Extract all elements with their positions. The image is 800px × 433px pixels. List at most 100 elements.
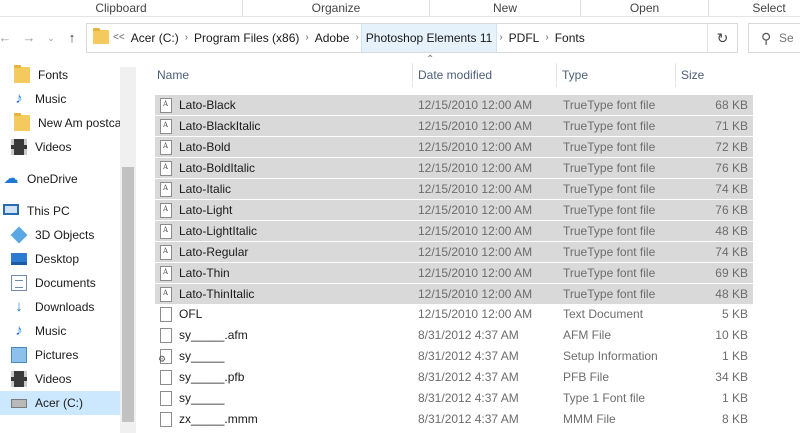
nav-item-3d-objects[interactable]: 3D Objects: [0, 223, 120, 247]
up-button[interactable]: ↑: [63, 27, 81, 49]
file-name: Lato-Thin: [179, 266, 230, 280]
ribbon-group-clipboard: Clipboard: [95, 1, 147, 15]
breadcrumb-program-files-x86[interactable]: Program Files (x86): [190, 24, 303, 52]
search-box[interactable]: ⚲ Se: [748, 23, 800, 53]
breadcrumb-overflow[interactable]: <<: [109, 24, 127, 52]
breadcrumb-fonts[interactable]: Fonts: [551, 24, 589, 52]
nav-item-acer-c[interactable]: Acer (C:): [0, 391, 120, 415]
file-row[interactable]: sy_____ 8/31/2012 4:37 AM Setup Informatio…: [155, 346, 753, 367]
font-file-icon: [160, 140, 172, 155]
nav-item-documents[interactable]: Documents: [0, 271, 120, 295]
scrollbar-thumb[interactable]: [122, 167, 134, 422]
file-row[interactable]: Lato-Bold 12/15/2010 12:00 AM TrueType fon…: [155, 136, 753, 157]
nav-item-videos[interactable]: Videos: [0, 367, 120, 391]
file-name: Lato-ThinItalic: [179, 287, 255, 301]
breadcrumb-acer-c[interactable]: Acer (C:): [127, 24, 183, 52]
file-row[interactable]: OFL 12/15/2010 12:00 AM Text Document 5 KB: [155, 304, 753, 325]
column-header-date-modified[interactable]: Date modified: [411, 59, 556, 91]
cloud-icon: ☁: [3, 170, 19, 187]
video-icon: [11, 139, 27, 155]
nav-item-music[interactable]: ♪ Music: [0, 319, 120, 343]
file-row[interactable]: Lato-BlackItalic 12/15/2010 12:00 AM TrueT…: [155, 115, 753, 136]
nav-item-label: Downloads: [35, 300, 95, 314]
nav-item-onedrive[interactable]: ☁ OneDrive: [0, 167, 120, 191]
forward-button[interactable]: →: [20, 27, 38, 49]
file-name: sy_____: [179, 349, 225, 363]
nav-item-downloads[interactable]: ↓ Downloads: [0, 295, 120, 319]
font-file-icon: [160, 98, 172, 113]
search-input[interactable]: Se: [779, 31, 794, 45]
file-row[interactable]: Lato-Light 12/15/2010 12:00 AM TrueType fo…: [155, 199, 753, 220]
column-header-type[interactable]: Type: [555, 59, 675, 91]
nav-item-label: Fonts: [38, 68, 69, 82]
desktop-icon: [11, 253, 27, 265]
file-row[interactable]: sy_____ 8/31/2012 4:37 AM Type 1 Font file…: [155, 388, 753, 409]
file-row[interactable]: Lato-Thin 12/15/2010 12:00 AM TrueType fon…: [155, 262, 753, 283]
nav-item-pictures[interactable]: Pictures: [0, 343, 120, 367]
arrow-right-icon: →: [22, 30, 36, 45]
file-name: Lato-Bold: [179, 140, 231, 154]
file-type: TrueType font file: [563, 140, 656, 154]
font-file-icon: [160, 224, 172, 239]
chevron-right-icon[interactable]: ›: [353, 24, 360, 52]
file-name: OFL: [179, 307, 203, 321]
file-name: sy_____.pfb: [179, 370, 245, 384]
file-icon: [160, 328, 172, 343]
nav-item-desktop[interactable]: Desktop: [0, 247, 120, 271]
cube-icon: [10, 226, 28, 244]
nav-item-label: Music: [35, 92, 67, 106]
file-type: AFM File: [563, 328, 611, 342]
nav-item-label: This PC: [27, 204, 70, 218]
font-file-icon: [160, 161, 172, 176]
file-row[interactable]: sy_____.pfb 8/31/2012 4:37 AM PFB File 34 K…: [155, 367, 753, 388]
file-type: TrueType font file: [563, 266, 656, 280]
file-type: MMM File: [563, 412, 616, 426]
breadcrumb-pdfl[interactable]: PDFL: [505, 24, 544, 52]
address-bar[interactable]: << Acer (C:) › Program Files (x86) › Ado…: [86, 23, 738, 53]
file-date-modified: 12/15/2010 12:00 AM: [418, 224, 533, 238]
recent-locations-button[interactable]: ⌄: [42, 27, 60, 49]
nav-item-fonts[interactable]: Fonts: [0, 63, 120, 87]
nav-item-this-pc[interactable]: This PC: [0, 199, 120, 223]
file-row[interactable]: zx_____.mmm 8/31/2012 4:37 AM MMM File 8 KB: [155, 409, 753, 430]
file-size: 1 KB: [721, 349, 748, 363]
file-date-modified: 12/15/2010 12:00 AM: [418, 119, 533, 133]
navigation-pane-scrollbar[interactable]: [120, 67, 136, 433]
file-name: Lato-LightItalic: [179, 224, 258, 238]
picture-icon: [11, 347, 27, 363]
file-size: 68 KB: [715, 98, 748, 112]
chevron-right-icon[interactable]: ›: [183, 24, 190, 52]
refresh-button[interactable]: ↻: [707, 24, 737, 52]
file-date-modified: 8/31/2012 4:37 AM: [418, 328, 519, 342]
file-date-modified: 12/15/2010 12:00 AM: [418, 245, 533, 259]
nav-item-new-am-postcard[interactable]: New Am postcar: [0, 111, 120, 135]
file-row[interactable]: Lato-Black 12/15/2010 12:00 AM TrueType fo…: [155, 94, 753, 115]
file-row[interactable]: Lato-BoldItalic 12/15/2010 12:00 AM TrueTy…: [155, 157, 753, 178]
file-size: 76 KB: [715, 203, 748, 217]
file-date-modified: 12/15/2010 12:00 AM: [418, 203, 533, 217]
chevron-right-icon[interactable]: ›: [303, 24, 310, 52]
nav-item-label: Documents: [35, 276, 96, 290]
file-row[interactable]: Lato-ThinItalic 12/15/2010 12:00 AM TrueTy…: [155, 283, 753, 304]
music-icon: ♪: [15, 322, 23, 339]
chevron-down-icon: ⌄: [47, 33, 55, 43]
chevron-right-icon[interactable]: ›: [543, 24, 550, 52]
nav-item-label: 3D Objects: [35, 228, 95, 242]
nav-item-videos[interactable]: Videos: [0, 135, 120, 159]
column-header-name[interactable]: Name: [150, 59, 412, 91]
back-button[interactable]: ←: [0, 27, 14, 49]
breadcrumb-photoshop-elements-11[interactable]: Photoshop Elements 11: [360, 24, 498, 52]
nav-item-label: Videos: [35, 140, 72, 154]
computer-icon: [3, 204, 19, 215]
file-row[interactable]: Lato-Italic 12/15/2010 12:00 AM TrueType f…: [155, 178, 753, 199]
nav-item-music[interactable]: ♪ Music: [0, 87, 120, 111]
column-header-size[interactable]: Size: [674, 59, 754, 91]
file-row[interactable]: sy_____.afm 8/31/2012 4:37 AM AFM File 10 K…: [155, 325, 753, 346]
ribbon-group-labels: Clipboard Organize New Open Select: [0, 0, 800, 17]
file-row[interactable]: Lato-LightItalic 12/15/2010 12:00 AM TrueT…: [155, 220, 753, 241]
breadcrumb-adobe[interactable]: Adobe: [311, 24, 354, 52]
nav-item-label: OneDrive: [27, 172, 78, 186]
file-name: Lato-BoldItalic: [179, 161, 256, 175]
chevron-right-icon[interactable]: ›: [497, 24, 504, 52]
file-row[interactable]: Lato-Regular 12/15/2010 12:00 AM TrueType …: [155, 241, 753, 262]
